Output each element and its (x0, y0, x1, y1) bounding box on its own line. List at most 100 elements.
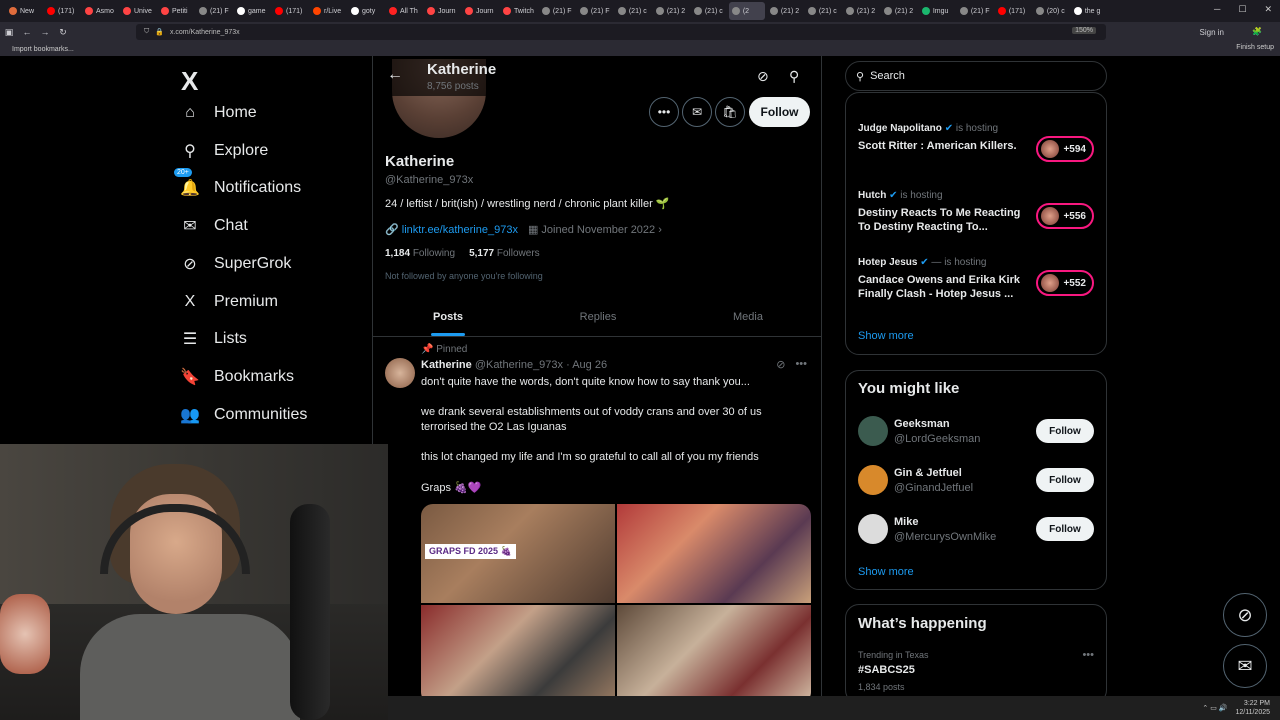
followers-link[interactable]: 5,177 Followers (469, 248, 540, 259)
trend-tag[interactable]: #SABCS25 (858, 664, 915, 676)
search-input[interactable]: ⚲ Search (845, 61, 1107, 91)
finish-setup-link[interactable]: Finish setup (1236, 44, 1274, 51)
show-more-link[interactable]: Show more (858, 566, 914, 578)
follow-button[interactable]: Follow (1036, 419, 1094, 443)
shield-icon[interactable]: ⛉ (144, 28, 149, 36)
follow-button[interactable]: Follow (749, 97, 810, 127)
tab-media[interactable]: Media (673, 301, 821, 336)
browser-tab[interactable]: Journ (424, 2, 460, 20)
browser-tab[interactable]: (21) F (196, 2, 232, 20)
browser-tab[interactable]: Journ (462, 2, 498, 20)
zoom-indicator[interactable]: 150% (1072, 27, 1096, 34)
browser-tab[interactable]: (21) 2 (653, 2, 689, 20)
follow-button[interactable]: Follow (1036, 517, 1094, 541)
tab-posts[interactable]: Posts (373, 301, 523, 336)
browser-tab[interactable]: (21) 2 (767, 2, 803, 20)
following-link[interactable]: 1,184 Following (385, 248, 455, 259)
browser-tab[interactable]: (21) F (577, 2, 613, 20)
space-listeners-pill[interactable]: +556 (1036, 203, 1094, 229)
space-listeners-pill[interactable]: +594 (1036, 136, 1094, 162)
tweet-media-grid[interactable]: GRAPS FD 2025 🍇 (421, 504, 811, 696)
grok-float-button[interactable]: ⊘ (1223, 593, 1267, 637)
back-icon[interactable]: ← (18, 27, 36, 37)
media-photo[interactable] (421, 605, 615, 696)
browser-tab[interactable]: Imgu (919, 2, 955, 20)
nav-item-communities[interactable]: 👥 Communities (180, 405, 307, 425)
browser-tab[interactable]: (21) F (539, 2, 575, 20)
media-photo[interactable]: GRAPS FD 2025 🍇 (421, 504, 615, 603)
import-bookmarks-link[interactable]: Import bookmarks... (12, 46, 74, 53)
browser-tab[interactable]: (20) c (1033, 2, 1069, 20)
nav-item-supergrok[interactable]: ⊘ SuperGrok (180, 254, 291, 274)
close-icon[interactable]: ✕ (1264, 4, 1272, 15)
suggested-user-name[interactable]: Mike (894, 516, 918, 528)
nav-item-home[interactable]: ⌂ Home (180, 103, 257, 123)
space-listeners-pill[interactable]: +552 (1036, 270, 1094, 296)
extensions-icon[interactable]: 🧩 (1252, 27, 1262, 36)
browser-tab[interactable]: (21) 2 (843, 2, 879, 20)
sidebar-toggle-icon[interactable]: ▣ (0, 27, 18, 38)
show-more-link[interactable]: Show more (858, 330, 914, 342)
grok-icon[interactable]: ⊘ (757, 68, 769, 85)
browser-tab[interactable]: New (6, 2, 42, 20)
space-title[interactable]: Destiny Reacts To Me Reacting To Destiny… (858, 206, 1028, 234)
nav-item-lists[interactable]: ☰ Lists (180, 329, 247, 349)
nav-item-chat[interactable]: ✉ Chat (180, 216, 248, 236)
browser-tab[interactable]: goty (348, 2, 384, 20)
space-host[interactable]: Hutch ✔ is hosting (858, 190, 943, 201)
clock[interactable]: 3:22 PM 12/11/2025 (1235, 699, 1270, 717)
maximize-icon[interactable]: ☐ (1238, 4, 1246, 15)
forward-icon[interactable]: → (36, 27, 54, 37)
nav-item-explore[interactable]: ⚲ Explore (180, 141, 268, 161)
browser-tab[interactable]: (21) c (615, 2, 651, 20)
browser-tab[interactable]: Petiti (158, 2, 194, 20)
browser-tab[interactable]: (171) (44, 2, 80, 20)
reload-icon[interactable]: ↻ (54, 27, 72, 38)
space-host[interactable]: Judge Napolitano ✔ is hosting (858, 123, 998, 134)
address-bar[interactable]: ⛉ 🔒 x.com/Katherine_973x 150% (136, 24, 1106, 40)
browser-tab[interactable]: (171) (995, 2, 1031, 20)
tab-replies[interactable]: Replies (523, 301, 673, 336)
suggested-user-name[interactable]: Gin & Jetfuel (894, 467, 962, 479)
browser-tab[interactable]: (21) F (957, 2, 993, 20)
browser-tab[interactable]: r/Live (310, 2, 346, 20)
search-icon[interactable]: ⚲ (789, 68, 799, 85)
profile-link[interactable]: linktr.ee/katherine_973x (402, 224, 518, 236)
browser-tab[interactable]: (171) (272, 2, 308, 20)
tweet-author[interactable]: Katherine (421, 359, 472, 371)
space-host[interactable]: Hotep Jesus ✔ — is hosting (858, 257, 986, 268)
minimize-icon[interactable]: ─ (1214, 4, 1220, 15)
follow-button[interactable]: Follow (1036, 468, 1094, 492)
browser-tab[interactable]: the g (1071, 2, 1107, 20)
messages-float-button[interactable]: ✉ (1223, 644, 1267, 688)
browser-tab[interactable]: Asmo (82, 2, 118, 20)
browser-tab[interactable]: (21) c (691, 2, 727, 20)
browser-tab[interactable]: All Th (386, 2, 422, 20)
browser-tab[interactable]: Twitch (500, 2, 537, 20)
more-options-icon[interactable]: ••• (649, 97, 679, 127)
more-icon[interactable]: ••• (1082, 649, 1094, 661)
message-icon[interactable]: ✉ (682, 97, 712, 127)
x-logo-icon[interactable]: X (181, 66, 198, 97)
subscribe-gift-icon[interactable]: 🛍 (715, 97, 745, 127)
avatar[interactable] (858, 465, 888, 495)
nav-item-bookmarks[interactable]: 🔖 Bookmarks (180, 367, 294, 387)
media-photo[interactable] (617, 504, 811, 603)
back-arrow-icon[interactable]: ← (387, 66, 403, 84)
tweet-avatar[interactable] (385, 358, 415, 388)
browser-tab[interactable]: (2 (728, 2, 765, 20)
browser-tab[interactable]: (21) c (805, 2, 841, 20)
browser-tab[interactable]: Unive (120, 2, 156, 20)
grok-icon[interactable]: ⊘ (776, 358, 785, 371)
sign-in-button[interactable]: Sign in (1200, 28, 1224, 37)
nav-item-notifications[interactable]: 🔔 Notifications 20+ (174, 168, 301, 198)
avatar[interactable] (858, 514, 888, 544)
browser-tab[interactable]: game (234, 2, 270, 20)
tray-icons[interactable]: ⌃ ▭ 🔊 (1202, 704, 1227, 712)
space-title[interactable]: Scott Ritter : American Killers. (858, 139, 1028, 153)
more-icon[interactable]: ••• (795, 358, 807, 371)
avatar[interactable] (858, 416, 888, 446)
space-title[interactable]: Candace Owens and Erika Kirk Finally Cla… (858, 273, 1028, 301)
nav-item-premium[interactable]: X Premium (180, 292, 278, 312)
browser-tab[interactable]: (21) 2 (881, 2, 917, 20)
